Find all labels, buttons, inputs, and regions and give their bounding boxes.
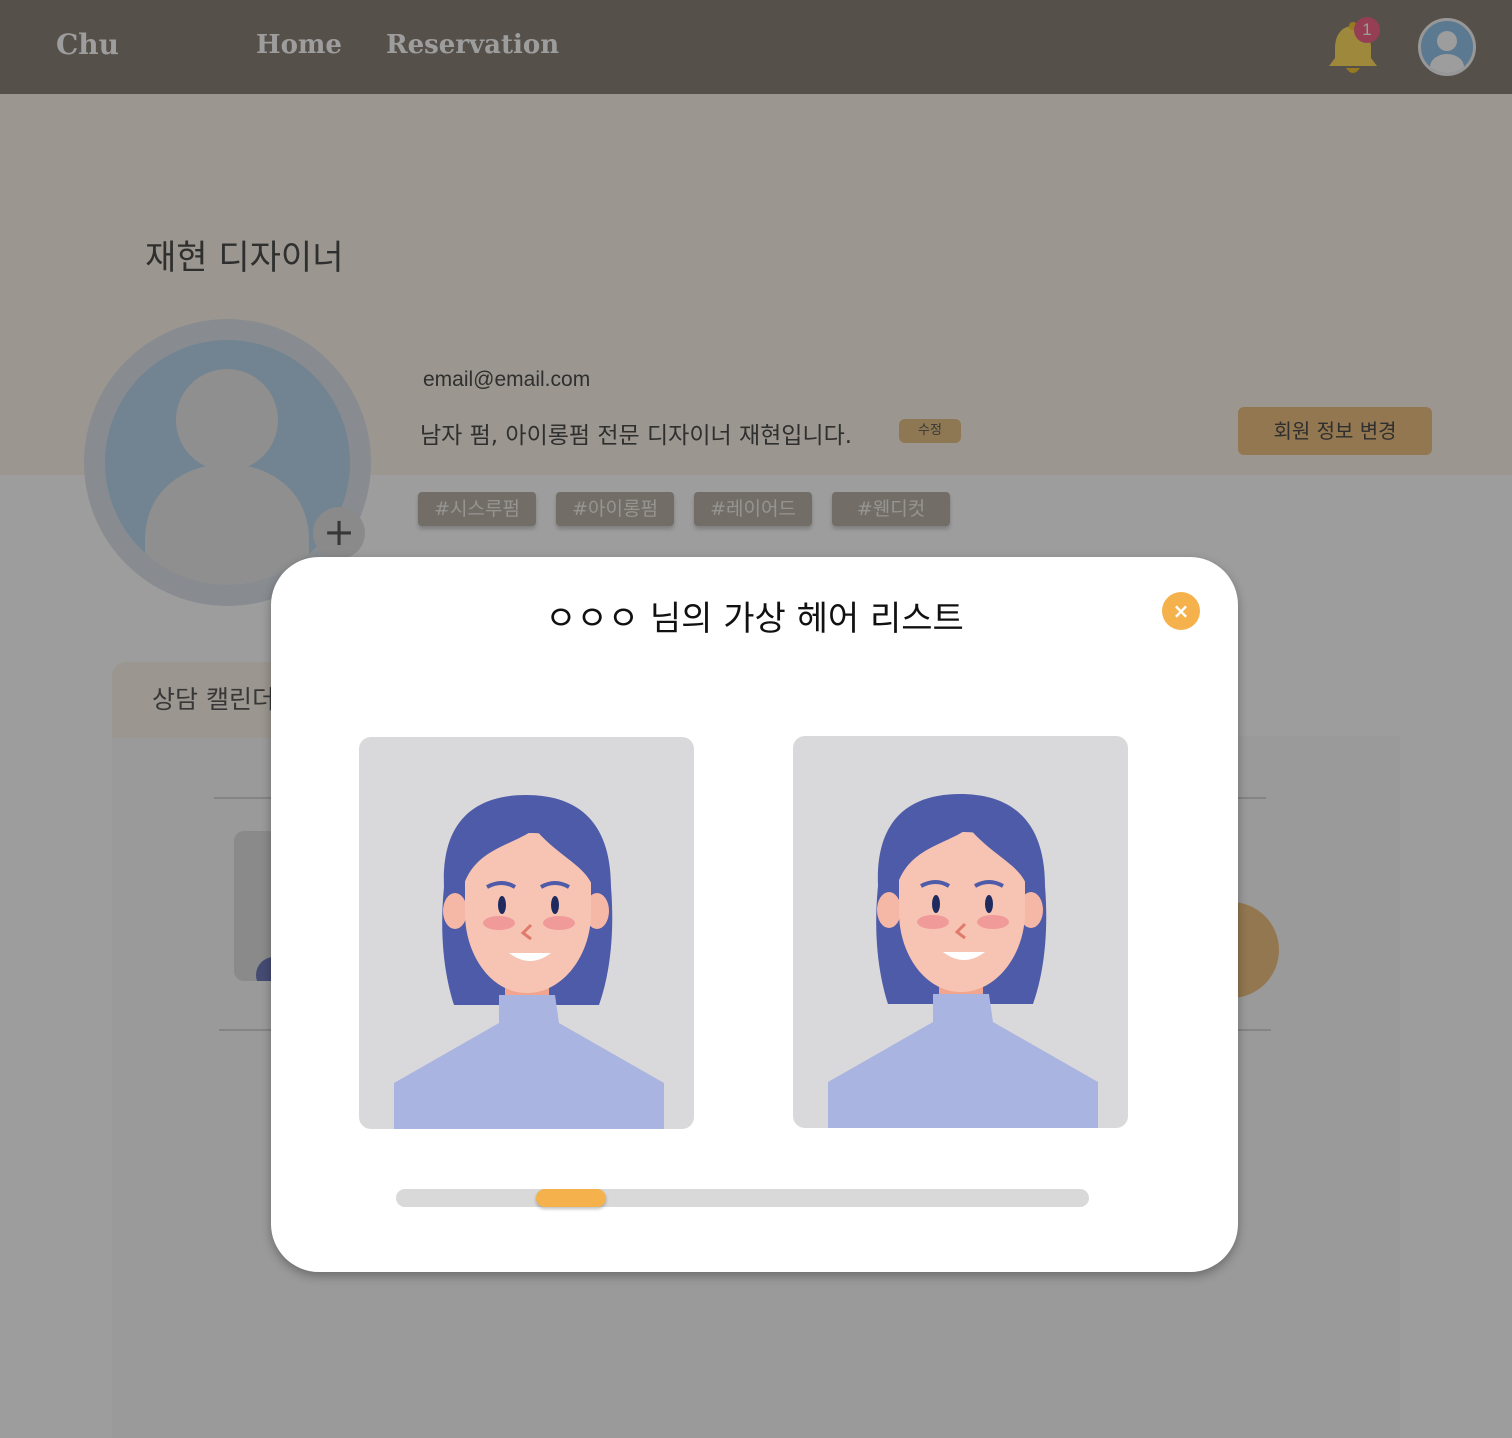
modal-title: ㅇㅇㅇ 님의 가상 헤어 리스트 [545,599,964,639]
horizontal-scrollbar-track[interactable] [396,1189,1089,1207]
virtual-hair-card[interactable] [359,737,694,1129]
woman-avatar-icon [394,795,664,1129]
virtual-hair-card[interactable] [793,736,1128,1128]
close-icon[interactable]: × [1162,592,1200,630]
woman-avatar-icon [828,794,1098,1128]
virtual-hair-list-modal: ㅇㅇㅇ 님의 가상 헤어 리스트 × [271,557,1238,1272]
horizontal-scrollbar-thumb[interactable] [536,1189,606,1207]
